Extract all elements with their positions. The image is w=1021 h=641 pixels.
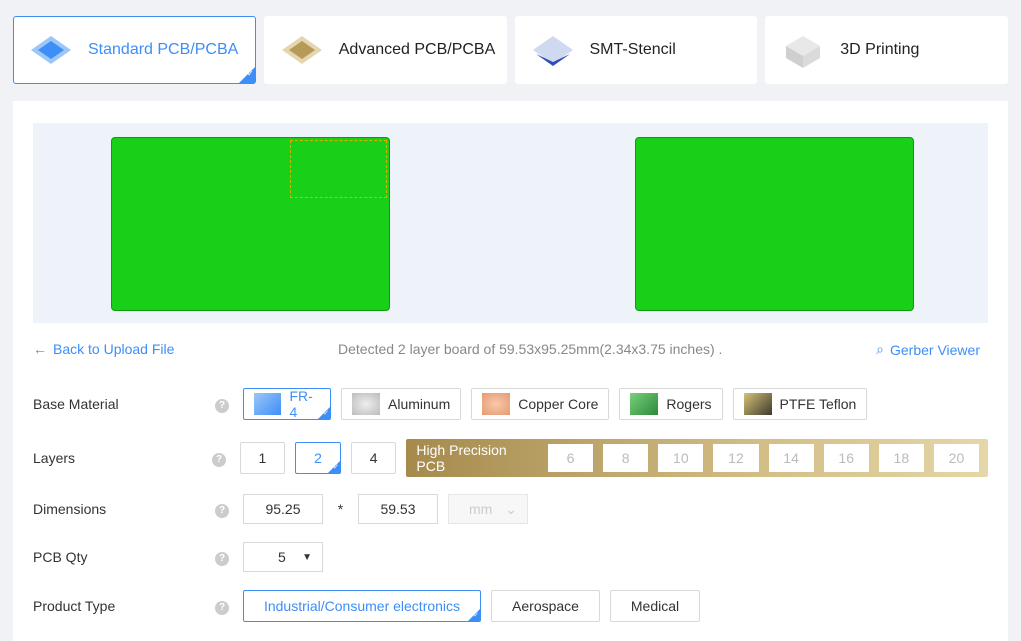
layer-option-2[interactable]: 2 <box>295 442 341 474</box>
pcb-top-layer-image <box>111 137 390 311</box>
back-label: Back to Upload File <box>53 341 175 357</box>
layer-option-14[interactable]: 14 <box>768 444 814 472</box>
base-material-label: Base Material <box>33 396 119 412</box>
selected-check-icon <box>238 67 255 83</box>
help-icon[interactable]: ? <box>212 449 240 467</box>
tab-label: Advanced PCB/PCBA <box>338 41 496 58</box>
tab-3d-printing[interactable]: 3D Printing <box>765 16 1008 84</box>
pcb-qty-select[interactable]: 5 ▼ <box>243 542 323 572</box>
option-label: PTFE Teflon <box>779 396 857 412</box>
tab-label: Standard PCB/PCBA <box>88 41 239 58</box>
layer-option-12[interactable]: 12 <box>713 444 759 472</box>
layers-row: Layers ? 1 2 4 High Precision PCB 6 8 10… <box>33 439 988 477</box>
dimensions-label: Dimensions <box>33 501 107 517</box>
dimension-height-input[interactable]: 59.53 <box>358 494 438 524</box>
option-label: Industrial/Consumer electronics <box>263 598 461 614</box>
layer-option-16[interactable]: 16 <box>823 444 869 472</box>
layer-option-18[interactable]: 18 <box>878 444 924 472</box>
layer-option-6[interactable]: 6 <box>548 444 594 472</box>
3d-printing-icon <box>778 28 828 72</box>
gerber-label: Gerber Viewer <box>889 341 980 358</box>
help-icon[interactable]: ? <box>215 597 243 615</box>
dimension-width-input[interactable]: 95.25 <box>243 494 323 524</box>
tab-advanced-pcb[interactable]: Advanced PCB/PCBA <box>263 16 507 84</box>
product-type-aerospace[interactable]: Aerospace <box>491 590 600 622</box>
help-icon[interactable]: ? <box>215 500 243 518</box>
pcb-qty-label: PCB Qty <box>33 549 88 565</box>
unit-select[interactable]: mm ⌄ <box>448 494 528 524</box>
help-icon[interactable]: ? <box>215 395 243 413</box>
tab-label: SMT-Stencil <box>589 41 676 58</box>
tab-smt-stencil[interactable]: SMT-Stencil <box>514 16 758 84</box>
layer-option-8[interactable]: 8 <box>603 444 649 472</box>
material-fr4[interactable]: FR-4 <box>243 388 331 420</box>
help-icon[interactable]: ? <box>215 548 243 566</box>
option-label: FR-4 <box>289 388 313 420</box>
product-type-industrial[interactable]: Industrial/Consumer electronics <box>243 590 481 622</box>
advanced-pcb-icon <box>277 28 327 72</box>
option-label: Aluminum <box>388 396 451 412</box>
pcb-qty-row: PCB Qty ? 5 ▼ <box>33 542 988 572</box>
layer-option-20[interactable]: 20 <box>933 444 980 472</box>
layer-option-10[interactable]: 10 <box>658 444 704 472</box>
material-rogers[interactable]: Rogers <box>619 388 723 420</box>
standard-pcb-icon <box>26 28 76 72</box>
search-doc-icon: ⌕ <box>876 341 884 357</box>
product-type-medical[interactable]: Medical <box>610 590 700 622</box>
layers-label: Layers <box>33 450 76 466</box>
material-aluminum[interactable]: Aluminum <box>341 388 462 420</box>
layer-option-4[interactable]: 4 <box>350 442 397 474</box>
unit-value: mm <box>469 501 493 517</box>
layer-option-1[interactable]: 1 <box>239 442 286 474</box>
tab-standard-pcb[interactable]: Standard PCB/PCBA <box>13 16 256 84</box>
dimensions-row: Dimensions ? 95.25 * 59.53 mm ⌄ <box>33 494 988 524</box>
high-precision-group: High Precision PCB 6 8 10 12 14 16 18 20 <box>406 439 988 477</box>
chevron-down-icon: ⌄ <box>505 500 517 517</box>
quote-panel: ← Back to Upload File Detected 2 layer bo… <box>13 101 1008 641</box>
product-type-row: Product Type ? Industrial/Consumer elect… <box>33 590 988 622</box>
dimension-separator: * <box>337 501 344 517</box>
material-ptfe-teflon[interactable]: PTFE Teflon <box>732 388 868 420</box>
material-copper-core[interactable]: Copper Core <box>471 388 610 420</box>
product-tabs: Standard PCB/PCBA Advanced PCB/PCBA SMT-… <box>13 16 1008 84</box>
product-type-label: Product Type <box>33 598 116 614</box>
pcb-bottom-layer-image <box>635 137 914 311</box>
base-material-row: Base Material ? FR-4 Aluminum Copper Cor… <box>33 388 988 420</box>
qty-value: 5 <box>278 549 286 565</box>
gerber-preview <box>33 123 988 323</box>
high-precision-label: High Precision PCB <box>416 442 507 474</box>
option-label: 2 <box>314 450 322 466</box>
option-label: Rogers <box>666 396 712 412</box>
caret-down-icon: ▼ <box>302 551 312 563</box>
detected-info: Detected 2 layer board of 59.53x95.25mm(… <box>338 341 723 357</box>
gerber-viewer-link[interactable]: ⌕ Gerber Viewer <box>876 341 980 358</box>
option-label: Copper Core <box>518 396 599 412</box>
smt-stencil-icon <box>528 28 578 72</box>
back-to-upload-link[interactable]: ← Back to Upload File <box>33 341 174 357</box>
tab-label: 3D Printing <box>840 41 920 58</box>
arrow-left-icon: ← <box>33 341 47 357</box>
